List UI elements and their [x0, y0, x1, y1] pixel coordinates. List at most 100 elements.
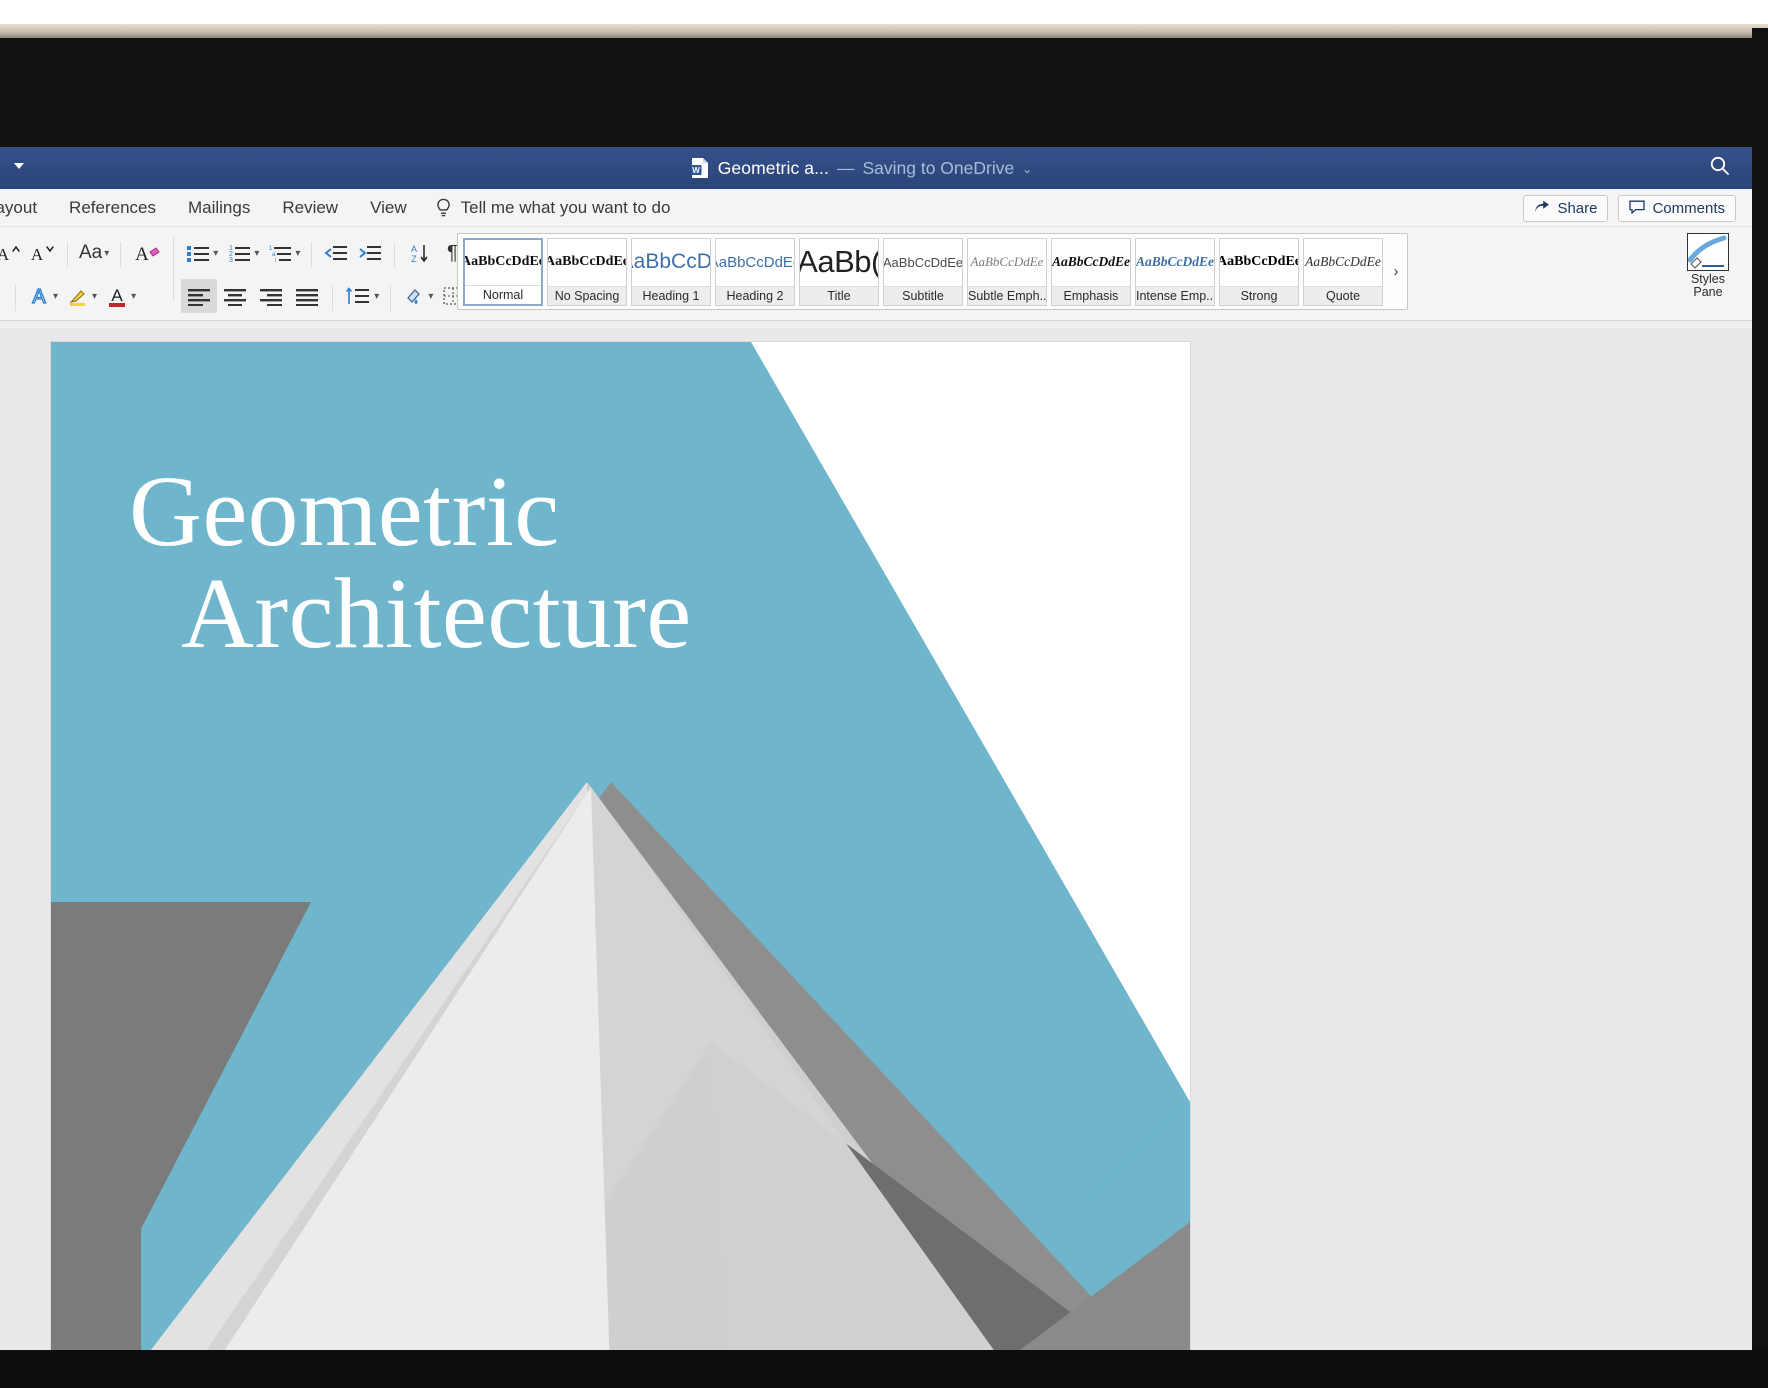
paragraph-group-row-2: ▾ ▾ ▾ — [181, 276, 476, 316]
cover-title[interactable]: Geometric Architecture — [129, 460, 889, 664]
svg-text:A: A — [111, 286, 123, 305]
font-color-icon[interactable]: A ▾ — [101, 279, 140, 313]
search-icon[interactable] — [1709, 163, 1730, 180]
cover-title-line-2: Architecture — [129, 562, 889, 664]
justify-icon[interactable] — [289, 279, 325, 313]
chevron-down-icon[interactable]: ▾ — [104, 248, 109, 259]
paragraph-group-row-1: ▾ 1 2 3 ▾ 1 — [181, 233, 476, 273]
style-tile-quote[interactable]: AaBbCcDdEe Quote — [1303, 238, 1383, 306]
tab-layout[interactable]: Layout — [0, 189, 53, 227]
divider — [332, 285, 333, 311]
white-wedge-upper-right — [751, 342, 1190, 1102]
document-canvas[interactable]: Geometric Architecture — [0, 328, 1752, 1350]
style-label: Heading 1 — [632, 286, 710, 305]
style-tile-subtle-emphasis[interactable]: AaBbCcDdEe Subtle Emph... — [967, 238, 1047, 306]
lightbulb-icon — [435, 198, 452, 218]
sort-icon[interactable]: A Z — [402, 236, 436, 270]
styles-pane-label: Styles Pane — [1691, 273, 1725, 299]
style-tile-subtitle[interactable]: AaBbCcDdEe Subtitle — [883, 238, 963, 306]
tab-review[interactable]: Review — [266, 189, 354, 227]
chevron-down-icon[interactable]: ▾ — [428, 291, 433, 302]
bullets-icon[interactable]: ▾ — [181, 236, 222, 270]
tab-references[interactable]: References — [53, 189, 172, 227]
styles-pane-button[interactable]: Styles Pane — [1680, 233, 1736, 313]
laptop-screen-bezel-top — [0, 38, 1768, 148]
title-bar: W Geometric a... — Saving to OneDrive ⌄ — [0, 147, 1752, 189]
ribbon-right-buttons: Share Comments — [1523, 195, 1736, 222]
styles-gallery: AaBbCcDdEe Normal AaBbCcDdEe No Spacing … — [457, 233, 1408, 310]
numbering-icon[interactable]: 1 2 3 ▾ — [222, 236, 263, 270]
word-document-icon: W — [690, 157, 710, 179]
styles-pane-icon — [1687, 233, 1729, 271]
chevron-down-icon[interactable]: ▾ — [131, 291, 136, 302]
save-status-caret-icon[interactable]: ⌄ — [1022, 162, 1032, 176]
tell-me-box[interactable]: Tell me what you want to do — [423, 198, 671, 218]
style-tile-heading-2[interactable]: AaBbCcDdEe Heading 2 — [715, 238, 795, 306]
align-center-icon[interactable] — [217, 279, 253, 313]
chevron-down-icon[interactable]: ▾ — [374, 291, 379, 302]
svg-text:A: A — [32, 286, 46, 308]
tab-mailings[interactable]: Mailings — [172, 189, 266, 227]
multilevel-list-icon[interactable]: 1 a i ▾ — [263, 236, 304, 270]
svg-text:A: A — [411, 244, 417, 254]
quick-access-toolbar — [0, 157, 33, 179]
save-status-label: Saving to OneDrive — [862, 158, 1014, 179]
styles-pane-label-line2: Pane — [1693, 285, 1722, 299]
line-spacing-icon[interactable]: ▾ — [340, 279, 383, 313]
text-highlight-color-icon[interactable]: ▾ — [62, 279, 101, 313]
share-button[interactable]: Share — [1523, 195, 1608, 222]
style-tile-title[interactable]: AaBb( Title — [799, 238, 879, 306]
shrink-font-icon[interactable]: A — [26, 236, 60, 270]
align-right-icon[interactable] — [253, 279, 289, 313]
style-sample: AaBbCcDdEe — [1220, 239, 1298, 286]
chevron-down-icon[interactable]: ▾ — [213, 248, 218, 259]
style-sample: AaBbCcDdEe — [1136, 239, 1214, 286]
style-label: Subtle Emph... — [968, 286, 1046, 305]
chevron-down-icon[interactable]: ▾ — [53, 291, 58, 302]
style-label: Title — [800, 286, 878, 305]
styles-more-chevron-icon[interactable]: › — [1388, 263, 1404, 280]
increase-indent-icon[interactable] — [353, 236, 387, 270]
style-label: Normal — [465, 285, 541, 304]
document-page[interactable]: Geometric Architecture — [51, 342, 1190, 1350]
change-case-icon[interactable]: Aa ▾ — [75, 236, 113, 270]
style-sample: AaBbCcDdEe — [1052, 239, 1130, 286]
decrease-indent-icon[interactable] — [319, 236, 353, 270]
style-sample: AaBbCcDdEe — [1304, 239, 1382, 286]
style-tile-strong[interactable]: AaBbCcDdEe Strong — [1219, 238, 1299, 306]
svg-text:A: A — [135, 244, 149, 265]
style-sample: AaBbCcDdEe — [548, 239, 626, 286]
svg-text:Z: Z — [412, 254, 418, 264]
text-effects-icon[interactable]: A ▾ — [23, 279, 62, 313]
comments-label: Comments — [1652, 200, 1725, 217]
svg-text:A: A — [0, 245, 10, 264]
align-left-icon[interactable] — [181, 279, 217, 313]
chevron-down-icon[interactable]: ▾ — [295, 248, 300, 259]
style-tile-intense-emphasis[interactable]: AaBbCcDdEe Intense Emp... — [1135, 238, 1215, 306]
chevron-down-icon[interactable]: ▾ — [254, 248, 259, 259]
customize-quick-access-caret-icon[interactable] — [11, 157, 33, 179]
style-label: Intense Emp... — [1136, 286, 1214, 305]
style-label: Subtitle — [884, 286, 962, 305]
style-tile-no-spacing[interactable]: AaBbCcDdEe No Spacing — [547, 238, 627, 306]
svg-text:3: 3 — [229, 257, 233, 263]
grow-font-icon[interactable]: A — [0, 236, 26, 270]
superscript-icon[interactable]: x 2 — [0, 279, 8, 313]
group-divider — [173, 237, 174, 301]
search-button[interactable] — [1709, 155, 1730, 181]
cover-artwork: Geometric Architecture — [51, 342, 1190, 1350]
tab-view[interactable]: View — [354, 189, 423, 227]
style-label: Quote — [1304, 286, 1382, 305]
style-tile-heading-1[interactable]: AaBbCcDc Heading 1 — [631, 238, 711, 306]
comment-bubble-icon — [1629, 200, 1645, 218]
chevron-down-icon[interactable]: ▾ — [92, 291, 97, 302]
change-case-glyph: Aa — [79, 242, 102, 264]
shading-icon[interactable]: ▾ — [398, 279, 437, 313]
comments-button[interactable]: Comments — [1618, 195, 1736, 222]
divider — [311, 242, 312, 268]
laptop-outer-right-edge — [1752, 28, 1768, 1350]
style-tile-emphasis[interactable]: AaBbCcDdEe Emphasis — [1051, 238, 1131, 306]
style-tile-normal[interactable]: AaBbCcDdEe Normal — [463, 238, 543, 306]
style-label: Emphasis — [1052, 286, 1130, 305]
clear-formatting-icon[interactable]: A — [128, 236, 166, 270]
